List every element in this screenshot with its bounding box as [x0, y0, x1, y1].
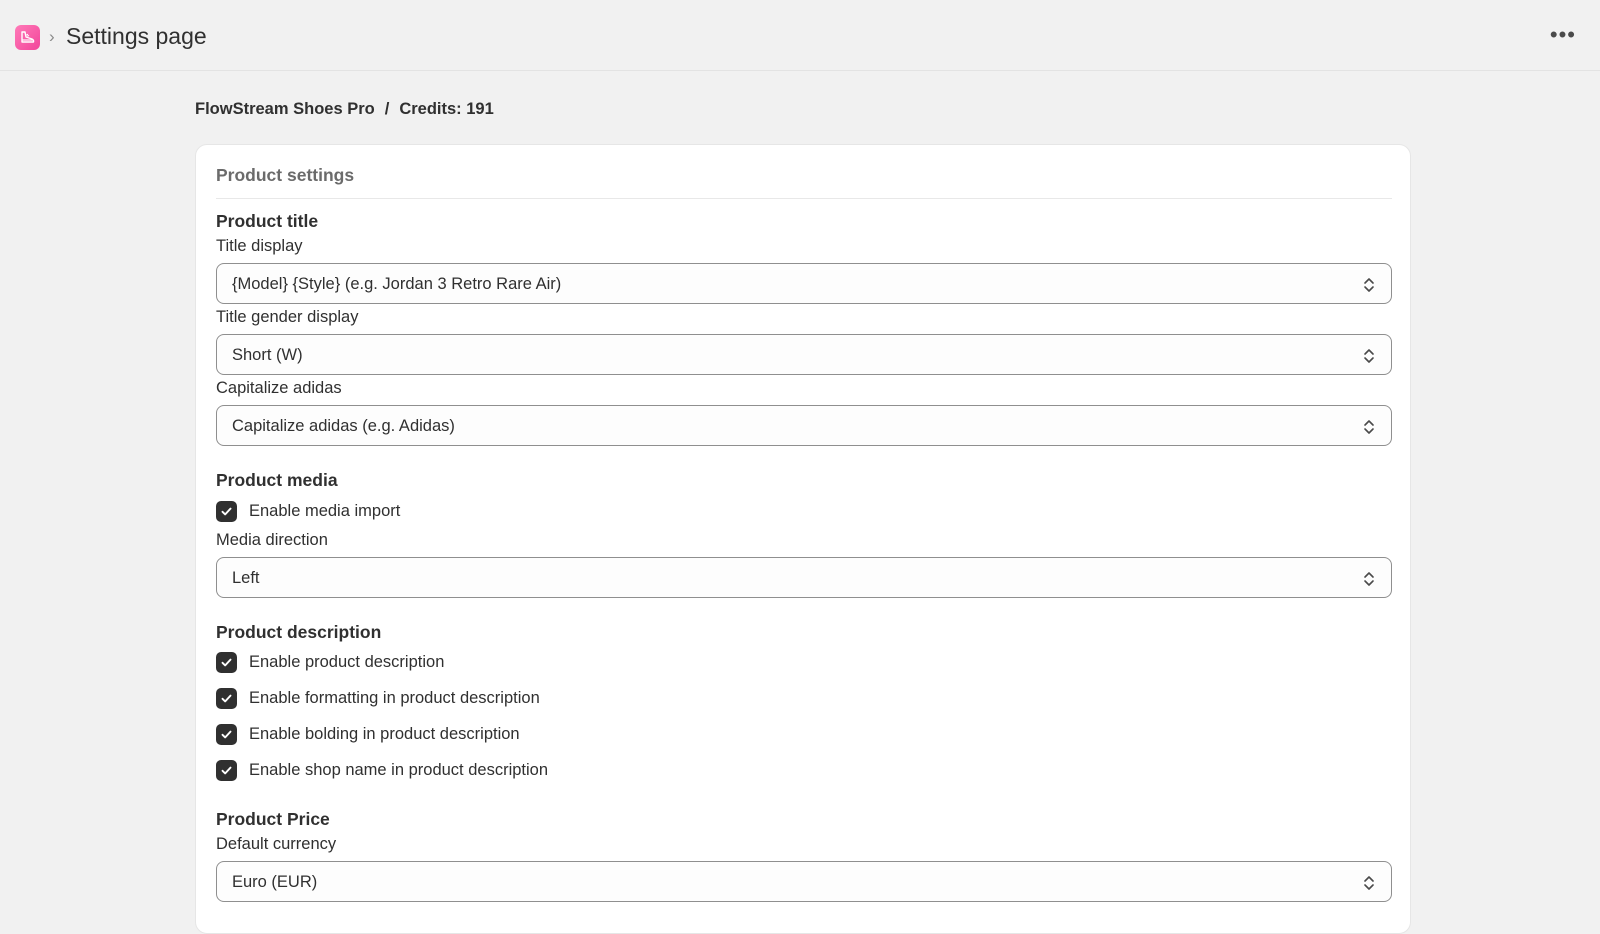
title-gender-display-label: Title gender display	[216, 308, 359, 326]
enable-media-import-label: Enable media import	[249, 501, 401, 520]
title-gender-display-value: Short (W)	[232, 346, 303, 364]
section-product-media: Product media	[216, 470, 338, 490]
checkmark-icon	[216, 723, 237, 745]
product-settings-card: Product settings Product title Title dis…	[195, 144, 1411, 934]
select-arrows-icon	[1364, 349, 1374, 363]
enable-formatting-label: Enable formatting in product description	[249, 688, 540, 707]
chevron-right-icon: ›	[49, 27, 55, 46]
default-currency-select[interactable]: Euro (EUR)	[216, 861, 1392, 902]
enable-formatting-checkbox[interactable]: Enable formatting in product description	[216, 687, 540, 709]
breadcrumb-separator: /	[384, 100, 390, 118]
default-currency-value: Euro (EUR)	[232, 873, 318, 891]
page-title: Settings page	[66, 23, 207, 49]
top-bar: › Settings page •••	[0, 0, 1600, 71]
more-horizontal-icon[interactable]: •••	[1550, 22, 1576, 48]
enable-product-description-checkbox[interactable]: Enable product description	[216, 651, 444, 673]
title-display-label: Title display	[216, 237, 303, 255]
section-product-price: Product Price	[216, 809, 330, 829]
enable-media-import-checkbox[interactable]: Enable media import	[216, 500, 400, 522]
select-arrows-icon	[1364, 572, 1374, 586]
enable-product-description-label: Enable product description	[249, 652, 445, 671]
default-currency-label: Default currency	[216, 835, 337, 853]
checkmark-icon	[216, 651, 237, 673]
enable-shop-name-checkbox[interactable]: Enable shop name in product description	[216, 759, 548, 781]
title-gender-display-select[interactable]: Short (W)	[216, 334, 1392, 375]
checkmark-icon	[216, 687, 237, 709]
media-direction-select[interactable]: Left	[216, 557, 1392, 598]
card-title: Product settings	[216, 165, 1392, 199]
title-display-select[interactable]: {Model} {Style} (e.g. Jordan 3 Retro Rar…	[216, 263, 1392, 304]
enable-shop-name-label: Enable shop name in product description	[249, 760, 549, 779]
capitalize-adidas-value: Capitalize adidas (e.g. Adidas)	[232, 417, 455, 435]
media-direction-value: Left	[232, 569, 260, 587]
section-product-title: Product title	[216, 211, 319, 231]
checkmark-icon	[216, 759, 237, 781]
select-arrows-icon	[1364, 420, 1374, 434]
select-arrows-icon	[1364, 278, 1374, 292]
enable-bolding-checkbox[interactable]: Enable bolding in product description	[216, 723, 520, 745]
media-direction-label: Media direction	[216, 531, 328, 549]
select-arrows-icon	[1364, 876, 1374, 890]
credits-count: Credits: 191	[399, 100, 494, 118]
shop-name: FlowStream Shoes Pro	[195, 100, 375, 118]
capitalize-adidas-label: Capitalize adidas	[216, 379, 342, 397]
shoe-icon[interactable]	[15, 25, 40, 50]
breadcrumb: FlowStream Shoes Pro / Credits: 191	[195, 100, 494, 119]
checkmark-icon	[216, 500, 237, 522]
enable-bolding-label: Enable bolding in product description	[249, 724, 520, 743]
section-product-description: Product description	[216, 622, 382, 642]
capitalize-adidas-select[interactable]: Capitalize adidas (e.g. Adidas)	[216, 405, 1392, 446]
title-display-value: {Model} {Style} (e.g. Jordan 3 Retro Rar…	[232, 275, 562, 293]
